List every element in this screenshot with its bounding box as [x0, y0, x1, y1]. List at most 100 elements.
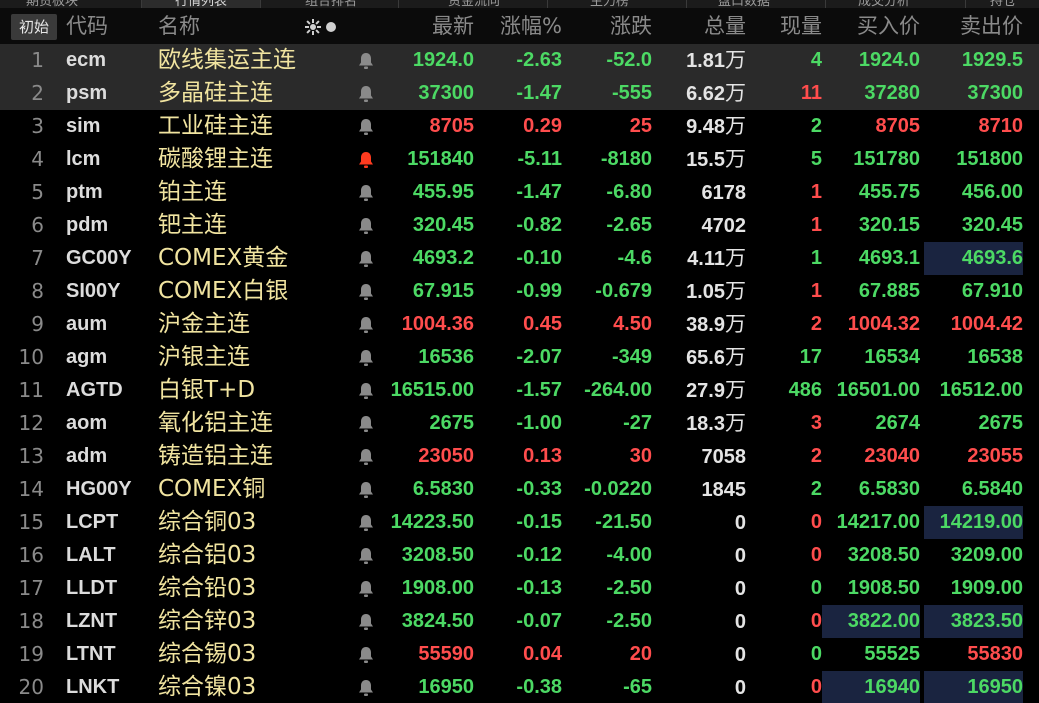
quote-row[interactable]: 12 aom 氧化铝主连 2675 -1.00 -27 18.3万 3 2674…: [0, 407, 1039, 440]
row-index: 17: [18, 576, 44, 600]
bell-icon[interactable]: [356, 645, 376, 665]
row-code: aum: [66, 313, 108, 335]
row-bid-price: 1004.32: [847, 313, 920, 335]
quote-row[interactable]: 5 ptm 铂主连 455.95 -1.47 -6.80 6178 1 455.…: [0, 176, 1039, 209]
quote-row[interactable]: 16 LALT 综合铝03 3208.50 -0.12 -4.00 0 0 32…: [0, 539, 1039, 572]
reset-columns-button[interactable]: 初始: [11, 14, 57, 40]
row-last-price: 3824.50: [401, 610, 474, 632]
row-volume: 27.9万: [652, 374, 746, 407]
tab-4[interactable]: 主力榜: [590, 0, 629, 8]
tab-6[interactable]: 成交分析: [858, 0, 910, 8]
top-tab-strip: 期货板块 行情列表 组合排名 资金流向 主力榜 盘口数据 成交分析 持仓: [0, 0, 1039, 8]
row-current-volume: 4: [810, 49, 822, 71]
bell-icon[interactable]: [356, 546, 376, 566]
bell-icon[interactable]: [356, 282, 376, 302]
quote-row[interactable]: 20 LNKT 综合镍03 16950 -0.38 -65 0 0 16940 …: [0, 671, 1039, 703]
quote-row[interactable]: 11 AGTD 白银T+D 16515.00 -1.57 -264.00 27.…: [0, 374, 1039, 407]
bell-icon[interactable]: [356, 51, 376, 71]
bell-icon[interactable]: [356, 414, 376, 434]
tab-5[interactable]: 盘口数据: [718, 0, 770, 8]
row-current-volume: 0: [810, 577, 822, 599]
quote-row[interactable]: 17 LLDT 综合铅03 1908.00 -0.13 -2.50 0 0 19…: [0, 572, 1039, 605]
row-volume-value: 65.6: [686, 347, 725, 369]
row-last-price: 455.95: [412, 181, 474, 203]
bell-icon[interactable]: [356, 579, 376, 599]
quote-row[interactable]: 6 pdm 钯主连 320.45 -0.82 -2.65 4702 1 320.…: [0, 209, 1039, 242]
quote-row[interactable]: 19 LTNT 综合锡03 55590 0.04 20 0 0 55525 55…: [0, 638, 1039, 671]
row-volume: 0: [652, 506, 746, 539]
tab-3[interactable]: 资金流向: [448, 0, 500, 8]
header-last[interactable]: 最新: [376, 8, 474, 45]
bell-icon[interactable]: [356, 348, 376, 368]
tab-1[interactable]: 行情列表: [142, 0, 260, 8]
header-name[interactable]: 名称: [158, 8, 200, 45]
quote-row[interactable]: 10 agm 沪银主连 16536 -2.07 -349 65.6万 17 16…: [0, 341, 1039, 374]
bell-icon[interactable]: [356, 480, 376, 500]
row-ask-price: 1929.5: [961, 49, 1023, 71]
quote-row[interactable]: 4 lcm 碳酸锂主连 151840 -5.11 -8180 15.5万 5 1…: [0, 143, 1039, 176]
row-change: -264.00: [584, 379, 652, 401]
row-volume-value: 6.62: [686, 83, 725, 105]
tab-7[interactable]: 持仓: [990, 0, 1016, 8]
row-change: -349: [611, 346, 652, 368]
row-ask-price: 16512.00: [939, 379, 1023, 401]
quote-row[interactable]: 15 LCPT 综合铜03 14223.50 -0.15 -21.50 0 0 …: [0, 506, 1039, 539]
quote-row[interactable]: 8 SI00Y COMEX白银 67.915 -0.99 -0.679 1.05…: [0, 275, 1039, 308]
bell-active-icon[interactable]: [356, 150, 376, 170]
row-volume: 0: [652, 572, 746, 605]
header-vol[interactable]: 总量: [652, 8, 746, 45]
bell-icon[interactable]: [356, 249, 376, 269]
row-code: LNKT: [66, 676, 120, 698]
row-ask-price: 16538: [967, 346, 1023, 368]
row-volume-value: 0: [734, 578, 746, 600]
quote-row[interactable]: 7 GC00Y COMEX黄金 4693.2 -0.10 -4.6 4.11万 …: [0, 242, 1039, 275]
row-bid-price: 320.15: [858, 214, 920, 236]
header-curvol[interactable]: 现量: [748, 8, 822, 45]
tab-2[interactable]: 组合排名: [305, 0, 357, 8]
row-change: -2.50: [606, 577, 652, 599]
tab-0[interactable]: 期货板块: [26, 0, 78, 8]
bell-icon[interactable]: [356, 381, 376, 401]
row-current-volume: 2: [810, 478, 822, 500]
bell-icon[interactable]: [356, 678, 376, 698]
header-bid[interactable]: 买入价: [822, 8, 920, 45]
column-settings-icon[interactable]: [304, 16, 338, 38]
row-code: SI00Y: [66, 280, 121, 302]
bell-icon[interactable]: [356, 117, 376, 137]
bell-icon[interactable]: [356, 216, 376, 236]
row-index: 7: [31, 246, 44, 270]
bell-icon[interactable]: [356, 447, 376, 467]
bell-icon[interactable]: [356, 513, 376, 533]
row-ask-price: 3209.00: [950, 544, 1023, 566]
header-chg[interactable]: 涨跌: [562, 8, 652, 45]
row-bid-price: 3822.00: [822, 605, 920, 638]
header-code[interactable]: 代码: [66, 8, 108, 45]
header-pct[interactable]: 涨幅%: [476, 8, 562, 45]
row-ask-price: 16950: [924, 671, 1023, 703]
row-change-pct: -0.12: [516, 544, 562, 566]
row-code: aom: [66, 412, 108, 434]
quote-row[interactable]: 9 aum 沪金主连 1004.36 0.45 4.50 38.9万 2 100…: [0, 308, 1039, 341]
quote-row[interactable]: 3 sim 工业硅主连 8705 0.29 25 9.48万 2 8705 87…: [0, 110, 1039, 143]
row-current-volume: 0: [810, 676, 822, 698]
quote-row[interactable]: 1 ecm 欧线集运主连 1924.0 -2.63 -52.0 1.81万 4 …: [0, 44, 1039, 77]
quote-row[interactable]: 13 adm 铸造铝主连 23050 0.13 30 7058 2 23040 …: [0, 440, 1039, 473]
bell-icon[interactable]: [356, 84, 376, 104]
row-last-price: 55590: [418, 643, 474, 665]
tab-divider: [260, 0, 261, 8]
row-code: LALT: [66, 544, 116, 566]
quote-row[interactable]: 2 psm 多晶硅主连 37300 -1.47 -555 6.62万 11 37…: [0, 77, 1039, 110]
bell-icon[interactable]: [356, 612, 376, 632]
row-change: -2.65: [606, 214, 652, 236]
row-volume: 65.6万: [652, 341, 746, 374]
header-ask[interactable]: 卖出价: [924, 8, 1023, 45]
bell-icon[interactable]: [356, 183, 376, 203]
row-volume: 4.11万: [652, 242, 746, 275]
row-volume: 4702: [652, 209, 747, 242]
row-bid-price: 37280: [864, 82, 920, 104]
bell-icon[interactable]: [356, 315, 376, 335]
row-change: 30: [629, 445, 652, 467]
quote-row[interactable]: 18 LZNT 综合锌03 3824.50 -0.07 -2.50 0 0 38…: [0, 605, 1039, 638]
row-last-price: 37300: [418, 82, 474, 104]
quote-row[interactable]: 14 HG00Y COMEX铜 6.5830 -0.33 -0.0220 184…: [0, 473, 1039, 506]
